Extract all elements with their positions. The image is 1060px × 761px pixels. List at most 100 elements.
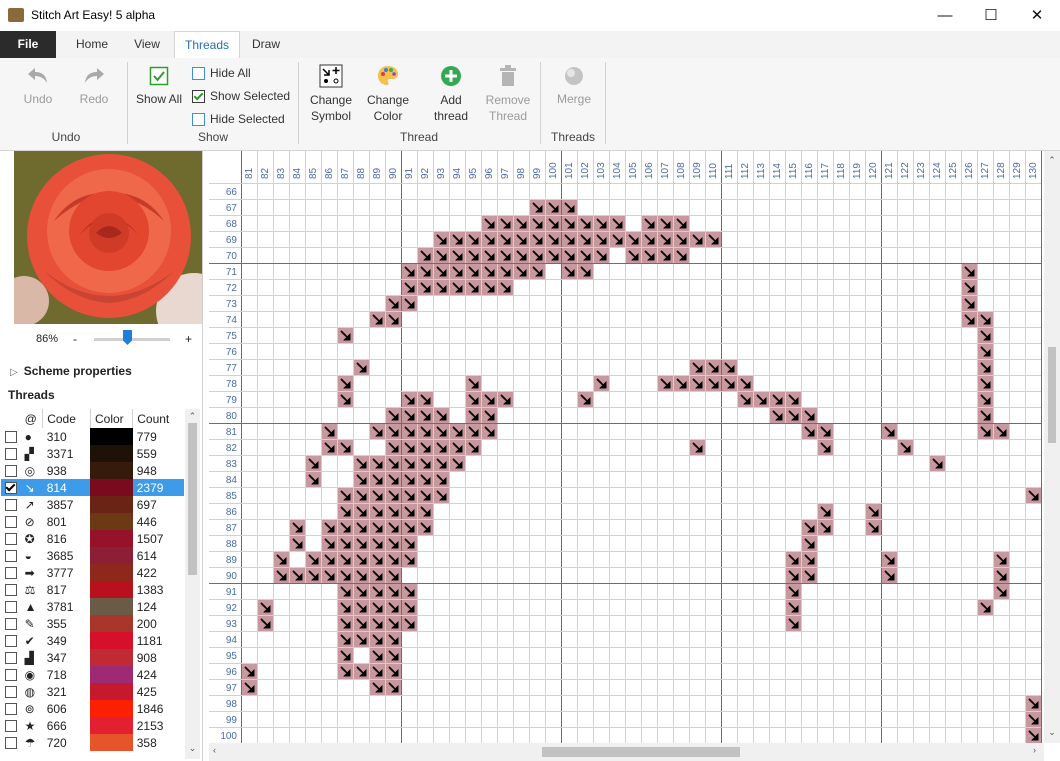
stitch-cell[interactable] bbox=[242, 680, 257, 695]
stitch-cell[interactable] bbox=[578, 248, 593, 263]
stitch-cell[interactable] bbox=[658, 216, 673, 231]
stitch-cell[interactable] bbox=[338, 392, 353, 407]
stitch-cell[interactable] bbox=[882, 424, 897, 439]
count-column-header[interactable]: Count bbox=[133, 409, 184, 428]
thread-visibility-checkbox[interactable] bbox=[1, 462, 21, 479]
stitch-cell[interactable] bbox=[658, 376, 673, 391]
stitch-cell[interactable] bbox=[450, 280, 465, 295]
stitch-cell[interactable] bbox=[530, 200, 545, 215]
stitch-cell[interactable] bbox=[738, 392, 753, 407]
stitch-cell[interactable] bbox=[370, 472, 385, 487]
stitch-cell[interactable] bbox=[434, 232, 449, 247]
stitch-cell[interactable] bbox=[690, 232, 705, 247]
stitch-cell[interactable] bbox=[338, 568, 353, 583]
stitch-cell[interactable] bbox=[322, 440, 337, 455]
tab-draw[interactable]: Draw bbox=[240, 31, 292, 58]
stitch-cell[interactable] bbox=[370, 424, 385, 439]
stitch-cell[interactable] bbox=[786, 600, 801, 615]
stitch-cell[interactable] bbox=[402, 488, 417, 503]
stitch-cell[interactable] bbox=[642, 232, 657, 247]
stitch-cell[interactable] bbox=[434, 440, 449, 455]
stitch-cell[interactable] bbox=[434, 264, 449, 279]
stitch-cell[interactable] bbox=[658, 232, 673, 247]
stitch-cell[interactable] bbox=[562, 248, 577, 263]
stitch-cell[interactable] bbox=[386, 424, 401, 439]
scrollbar-thumb[interactable] bbox=[1048, 347, 1056, 443]
stitch-cell[interactable] bbox=[674, 216, 689, 231]
thread-visibility-checkbox[interactable] bbox=[1, 428, 21, 445]
thread-row[interactable]: ▲ 3781 124 bbox=[1, 598, 184, 615]
stitch-cell[interactable] bbox=[978, 312, 993, 327]
stitch-cell[interactable] bbox=[546, 232, 561, 247]
scroll-right-icon[interactable]: › bbox=[1033, 745, 1036, 755]
stitch-cell[interactable] bbox=[354, 488, 369, 503]
stitch-cell[interactable] bbox=[530, 216, 545, 231]
stitch-cell[interactable] bbox=[418, 472, 433, 487]
stitch-cell[interactable] bbox=[690, 376, 705, 391]
stitch-cell[interactable] bbox=[258, 600, 273, 615]
stitch-cell[interactable] bbox=[530, 264, 545, 279]
stitch-cell[interactable] bbox=[482, 280, 497, 295]
stitch-cell[interactable] bbox=[386, 504, 401, 519]
zoom-in-button[interactable]: + bbox=[185, 332, 192, 346]
stitch-cell[interactable] bbox=[402, 392, 417, 407]
thread-row[interactable]: ⊚ 606 1846 bbox=[1, 700, 184, 717]
stitch-cell[interactable] bbox=[354, 472, 369, 487]
stitch-cell[interactable] bbox=[402, 600, 417, 615]
stitch-cell[interactable] bbox=[482, 424, 497, 439]
stitch-cell[interactable] bbox=[978, 424, 993, 439]
stitch-cell[interactable] bbox=[370, 520, 385, 535]
stitch-cell[interactable] bbox=[386, 616, 401, 631]
thread-row[interactable]: ⚖ 817 1383 bbox=[1, 581, 184, 598]
stitch-cell[interactable] bbox=[786, 584, 801, 599]
stitch-cell[interactable] bbox=[818, 504, 833, 519]
stitch-cell[interactable] bbox=[258, 616, 273, 631]
stitch-cell[interactable] bbox=[578, 216, 593, 231]
stitch-cell[interactable] bbox=[386, 664, 401, 679]
stitch-cell[interactable] bbox=[354, 456, 369, 471]
stitch-cell[interactable] bbox=[354, 632, 369, 647]
stitch-cell[interactable] bbox=[898, 440, 913, 455]
minimize-button[interactable]: — bbox=[922, 0, 968, 31]
stitch-cell[interactable] bbox=[370, 632, 385, 647]
scrollbar-thumb[interactable] bbox=[542, 747, 740, 757]
thread-row[interactable]: ◎ 938 948 bbox=[1, 462, 184, 479]
thread-visibility-checkbox[interactable] bbox=[1, 496, 21, 513]
stitch-cell[interactable] bbox=[594, 232, 609, 247]
stitch-cell[interactable] bbox=[514, 216, 529, 231]
tab-threads[interactable]: Threads bbox=[174, 31, 240, 60]
stitch-cell[interactable] bbox=[978, 344, 993, 359]
stitch-cell[interactable] bbox=[354, 616, 369, 631]
thread-row[interactable]: ↗ 3857 697 bbox=[1, 496, 184, 513]
stitch-cell[interactable] bbox=[354, 584, 369, 599]
stitch-cell[interactable] bbox=[322, 536, 337, 551]
stitch-cell[interactable] bbox=[402, 472, 417, 487]
stitch-cell[interactable] bbox=[418, 392, 433, 407]
stitch-cell[interactable] bbox=[370, 568, 385, 583]
stitch-cell[interactable] bbox=[386, 456, 401, 471]
stitch-cell[interactable] bbox=[306, 552, 321, 567]
stitch-cell[interactable] bbox=[770, 408, 785, 423]
stitch-cell[interactable] bbox=[354, 504, 369, 519]
stitch-cell[interactable] bbox=[466, 424, 481, 439]
pattern-grid[interactable]: 81 82 83 84 85 86 87 88 89 90 91 92 93 94 95 96 97 98 99 10… bbox=[209, 151, 1044, 743]
stitch-cell[interactable] bbox=[386, 632, 401, 647]
thread-row[interactable]: ★ 666 2153 bbox=[1, 717, 184, 734]
thread-visibility-checkbox[interactable] bbox=[1, 666, 21, 683]
stitch-cell[interactable] bbox=[338, 520, 353, 535]
stitch-cell[interactable] bbox=[338, 488, 353, 503]
maximize-button[interactable]: ☐ bbox=[968, 0, 1014, 31]
stitch-cell[interactable] bbox=[338, 552, 353, 567]
scroll-up-icon[interactable]: ⌃ bbox=[185, 411, 200, 422]
stitch-cell[interactable] bbox=[338, 536, 353, 551]
stitch-cell[interactable] bbox=[386, 568, 401, 583]
stitch-cell[interactable] bbox=[562, 232, 577, 247]
stitch-cell[interactable] bbox=[386, 520, 401, 535]
tab-view[interactable]: View bbox=[120, 31, 174, 58]
stitch-cell[interactable] bbox=[930, 456, 945, 471]
stitch-cell[interactable] bbox=[370, 648, 385, 663]
stitch-cell[interactable] bbox=[370, 680, 385, 695]
stitch-cell[interactable] bbox=[354, 600, 369, 615]
thread-row[interactable]: ▟ 347 908 bbox=[1, 649, 184, 666]
stitch-cell[interactable] bbox=[402, 296, 417, 311]
